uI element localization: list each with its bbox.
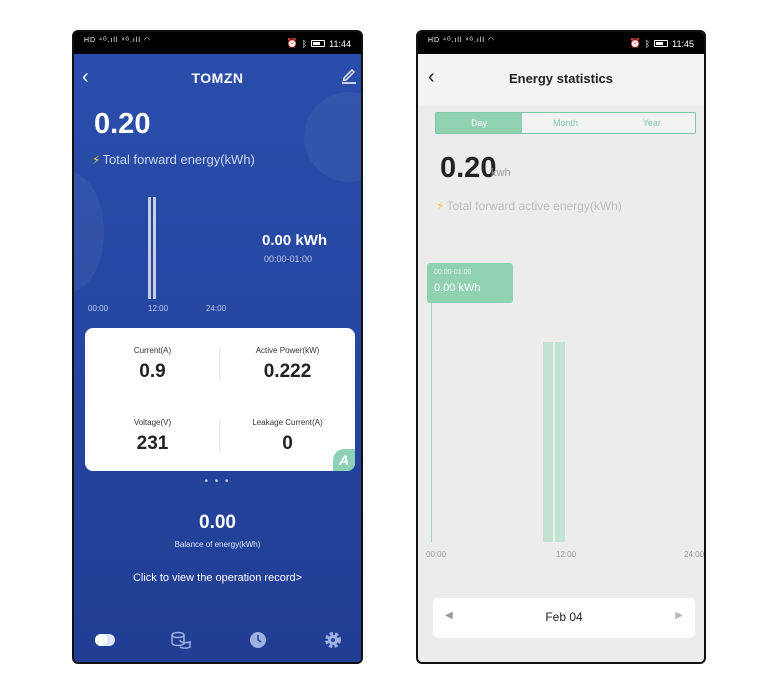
bluetooth-icon: ᛒ bbox=[644, 38, 651, 49]
status-time: 11:44 bbox=[329, 38, 351, 49]
clock-icon[interactable] bbox=[247, 630, 269, 650]
battery-icon bbox=[654, 40, 669, 47]
status-bar: HD ⁴ᴳ.ıll ⁴ᴳ.ıll ◠ ⏰ ᛒ 11:45 bbox=[418, 32, 704, 54]
current-date: Feb 04 bbox=[545, 610, 583, 624]
bolt-icon: ⚡ bbox=[92, 153, 101, 167]
total-energy-label: ⚡ Total forward energy(kWh) bbox=[92, 152, 255, 167]
edit-icon[interactable] bbox=[341, 66, 357, 84]
metric-current: Current(A) 0.9 bbox=[133, 346, 172, 382]
bluetooth-icon: ᛒ bbox=[301, 38, 308, 49]
tab-day[interactable]: Day bbox=[436, 113, 523, 133]
decorative-shape bbox=[304, 92, 361, 182]
total-energy-value: 0.20 bbox=[94, 108, 151, 140]
balance-value: 0.00 bbox=[199, 512, 236, 533]
tooltip-value: 0.00 kWh bbox=[434, 282, 481, 294]
chart-tick: 24:00 bbox=[206, 304, 227, 313]
tooltip-time: 00:00-01:00 bbox=[434, 269, 472, 276]
chart-tick: 00:00 bbox=[88, 304, 109, 313]
battery-icon bbox=[311, 40, 326, 47]
chart-tick: 24:00 bbox=[684, 550, 705, 559]
phone-energy-statistics: HD ⁴ᴳ.ıll ⁴ᴳ.ıll ◠ ⏰ ᛒ 11:45 ‹ Energy st… bbox=[416, 30, 706, 664]
bolt-icon: ⚡ bbox=[436, 199, 445, 213]
metrics-card[interactable]: Current(A) 0.9 Active Power(kW) 0.222 Vo… bbox=[85, 328, 355, 471]
metric-active-power: Active Power(kW) 0.222 bbox=[255, 346, 320, 382]
bottom-tab-bar bbox=[74, 622, 361, 662]
balance-label: Balance of energy(kWh) bbox=[174, 540, 261, 549]
chart-value-label: 0.00 kWh bbox=[262, 232, 328, 249]
energy-unit: kwh bbox=[491, 167, 511, 179]
metric-voltage: Voltage(V) 231 bbox=[133, 418, 172, 454]
status-bar: HD ⁴ᴳ.ıll ⁴ᴳ.ıll ◠ ⏰ ᛒ 11:44 bbox=[74, 32, 361, 54]
alarm-icon: ⏰ bbox=[286, 38, 298, 48]
tab-year[interactable]: Year bbox=[609, 113, 695, 133]
chart-tick: 00:00 bbox=[426, 550, 447, 559]
chart-bar[interactable] bbox=[148, 197, 156, 299]
next-date-icon[interactable]: ▶ bbox=[675, 610, 683, 621]
chart-tick: 12:00 bbox=[556, 550, 577, 559]
page-title: TOMZN bbox=[191, 70, 244, 86]
gear-icon[interactable] bbox=[322, 630, 344, 650]
coins-icon[interactable] bbox=[170, 630, 192, 650]
operation-record-link[interactable]: Click to view the operation record> bbox=[74, 572, 361, 584]
status-time: 11:45 bbox=[672, 38, 694, 49]
pager-dots[interactable]: • • • bbox=[74, 476, 361, 487]
total-energy-label: ⚡ Total forward active energy(kWh) bbox=[436, 199, 622, 213]
signal-icon: HD ⁴ᴳ.ıll ⁴ᴳ.ıll ◠ bbox=[428, 37, 496, 44]
tab-month[interactable]: Month bbox=[522, 113, 608, 133]
signal-icon: HD ⁴ᴳ.ıll ⁴ᴳ.ıll ◠ bbox=[84, 37, 152, 44]
chart-tick: 12:00 bbox=[148, 304, 169, 313]
chart-time-label: 00:00-01:00 bbox=[264, 254, 313, 264]
period-tabs: Day Month Year bbox=[435, 112, 696, 134]
decorative-shape bbox=[74, 172, 104, 292]
chart-tooltip: 00:00-01:00 0.00 kWh bbox=[427, 263, 513, 303]
mode-badge[interactable]: A bbox=[333, 449, 355, 471]
toggle-icon[interactable] bbox=[94, 630, 116, 650]
header: ‹ Energy statistics bbox=[418, 54, 704, 106]
metric-leakage-current: Leakage Current(A) 0 bbox=[252, 418, 323, 454]
divider bbox=[219, 420, 220, 452]
date-selector: ◀ Feb 04 ▶ bbox=[433, 598, 695, 638]
total-energy-value: 0.20 bbox=[440, 152, 497, 184]
header: ‹ TOMZN bbox=[74, 66, 361, 90]
alarm-icon: ⏰ bbox=[629, 38, 641, 48]
divider bbox=[219, 348, 220, 380]
page-title: Energy statistics bbox=[508, 71, 614, 86]
chart-bar[interactable] bbox=[543, 342, 565, 542]
phone-energy-meter: HD ⁴ᴳ.ıll ⁴ᴳ.ıll ◠ ⏰ ᛒ 11:44 ‹ TOMZN 0.2… bbox=[72, 30, 363, 664]
chart-cursor-line bbox=[431, 302, 432, 542]
